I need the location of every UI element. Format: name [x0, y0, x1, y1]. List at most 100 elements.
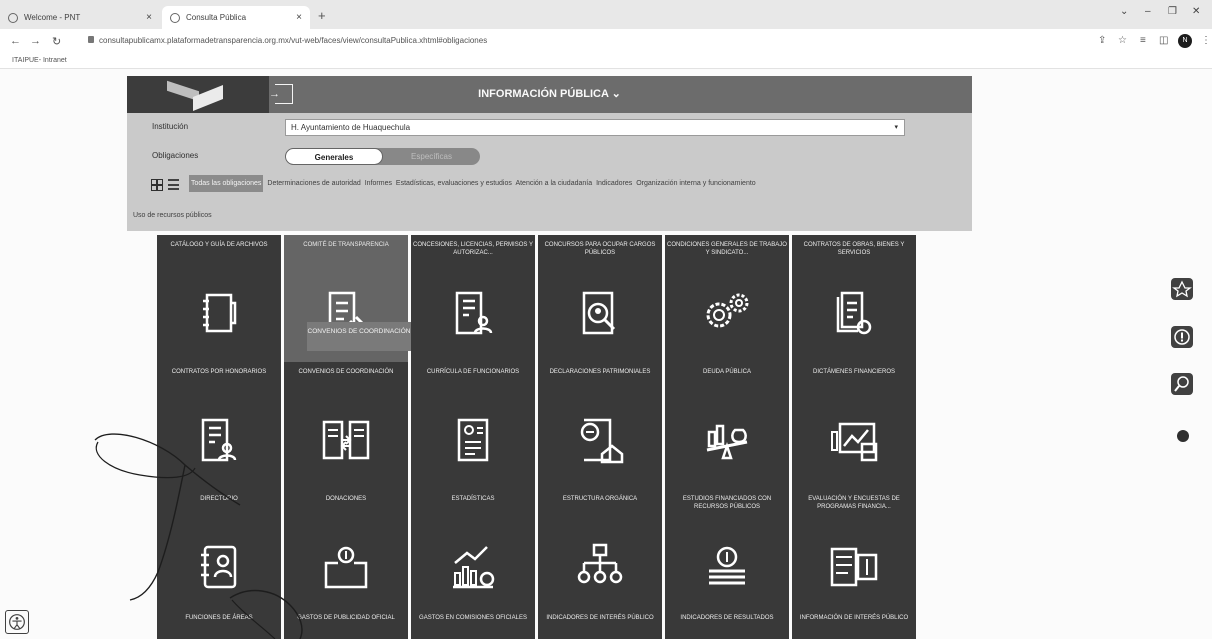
filter-panel: Institución H. Ayuntamiento de Huaquechu…	[127, 113, 972, 231]
reading-list-icon[interactable]: ≡	[1140, 35, 1146, 46]
close-tab-icon[interactable]: ×	[146, 12, 152, 23]
menu-dots-icon[interactable]: ⋮	[1201, 35, 1211, 46]
new-tab-button[interactable]: +	[318, 8, 326, 23]
obligation-tile[interactable]: DEUDA PÚBLICA	[665, 362, 789, 489]
tab-especificas[interactable]: Específicas	[383, 148, 480, 165]
category-item[interactable]: Atención a la ciudadanía	[515, 180, 592, 187]
statistics-icon	[453, 546, 495, 589]
bookmark-star-icon[interactable]: ☆	[1118, 35, 1127, 46]
tile-title: INDICADORES DE INTERÉS PÚBLICO	[546, 615, 654, 621]
category-item[interactable]: Organización interna y funcionamiento	[636, 180, 755, 187]
obligation-tile[interactable]: FUNCIONES DE ÁREAS	[157, 608, 281, 639]
tile-title: CONTRATOS POR HONORARIOS	[171, 369, 267, 375]
site-icon	[8, 12, 18, 23]
list-view-icon[interactable]	[168, 179, 179, 190]
documents-check-icon	[836, 291, 872, 335]
obligation-tile[interactable]: CATÁLOGO Y GUÍA DE ARCHIVOS	[157, 235, 281, 362]
profile-avatar[interactable]: N	[1178, 34, 1192, 48]
category-item[interactable]: Uso de recursos públicos	[133, 212, 212, 219]
exchange-documents-icon	[322, 420, 370, 460]
balance-money-icon	[706, 424, 748, 460]
tile-title: INFORMACIÓN DE INTERÉS PÚBLICO	[799, 615, 909, 621]
tile-title: CONCESIONES, LICENCIAS, PERMISOS Y AUTOR…	[413, 242, 533, 256]
directory-icon	[201, 545, 237, 589]
tile-title: DONACIONES	[325, 496, 367, 502]
obligation-tile[interactable]: ESTADÍSTICAS	[411, 489, 535, 616]
grid-view-icon[interactable]	[151, 179, 163, 191]
tile-title: DIRECTORIO	[200, 496, 238, 502]
dropdown-caret-icon: ▾	[894, 124, 898, 131]
obligation-tile[interactable]: DICTÁMENES FINANCIEROS	[792, 362, 916, 489]
checklist-money-icon	[830, 547, 878, 587]
resume-icon	[457, 418, 489, 462]
tab-search-icon[interactable]: ⌄	[1120, 6, 1128, 17]
side-panel-icon[interactable]: ◫	[1159, 35, 1168, 46]
obligation-tile[interactable]: DECLARACIONES PATRIMONIALES	[538, 362, 662, 489]
obligation-tile[interactable]: CONTRATOS POR HONORARIOS	[157, 362, 281, 489]
obligation-tile[interactable]: INDICADORES DE RESULTADOS	[665, 608, 789, 639]
obligation-tile[interactable]: GASTOS EN COMISIONES OFICIALES	[411, 608, 535, 639]
category-item[interactable]: Informes	[365, 180, 392, 187]
alert-icon[interactable]	[1171, 326, 1193, 348]
close-tab-icon[interactable]: ×	[296, 12, 302, 23]
category-all[interactable]: Todas las obligaciones	[189, 175, 264, 192]
obligation-tile[interactable]: DIRECTORIO	[157, 489, 281, 616]
obligation-tile[interactable]: CONDICIONES GENERALES DE TRABAJO Y SINDI…	[665, 235, 789, 362]
obligation-tile[interactable]: CONTRATOS DE OBRAS, BIENES Y SERVICIOS	[792, 235, 916, 362]
portal-title[interactable]: INFORMACIÓN PÚBLICA ⌄	[127, 87, 972, 100]
category-item[interactable]: Determinaciones de autoridad	[267, 180, 360, 187]
obligation-tile[interactable]: ESTRUCTURA ORGÁNICA	[538, 489, 662, 616]
search-tool-icon[interactable]	[1171, 373, 1193, 395]
address-bar: ← → ↻ consultapublicamx.plataformadetran…	[0, 29, 1212, 54]
obligation-tile[interactable]: EVALUACIÓN Y ENCUESTAS DE PROGRAMAS FINA…	[792, 489, 916, 616]
url-text: consultapublicamx.plataformadetransparen…	[99, 36, 488, 45]
institution-select[interactable]: H. Ayuntamiento de Huaquechula ▾	[285, 119, 905, 136]
accessibility-widget-icon[interactable]	[5, 610, 29, 634]
obligation-tile[interactable]: CURRÍCULA DE FUNCIONARIOS	[411, 362, 535, 489]
accessibility-icon[interactable]	[1171, 278, 1193, 300]
close-window-icon[interactable]: ✕	[1192, 6, 1200, 17]
category-item[interactable]: Indicadores	[596, 180, 632, 187]
site-icon	[170, 12, 180, 23]
donation-box-icon	[324, 546, 368, 589]
tile-title: CONTRATOS DE OBRAS, BIENES Y SERVICIOS	[803, 242, 905, 256]
category-item[interactable]: Estadísticas, evaluaciones y estudios	[396, 180, 512, 187]
tab-title: Consulta Pública	[186, 13, 247, 22]
obligations-toggle: Generales Específicas	[285, 148, 480, 165]
category-filter-bar: Todas las obligaciones Determinaciones d…	[189, 175, 758, 192]
obligation-tile[interactable]: DONACIONES	[284, 489, 408, 616]
tile-title: COMITÉ DE TRANSPARENCIA	[303, 242, 389, 248]
maximize-icon[interactable]: ❐	[1168, 6, 1177, 17]
obligation-tile[interactable]: CONCURSOS PARA OCUPAR CARGOS PÚBLICOS	[538, 235, 662, 362]
back-icon[interactable]: ←	[10, 35, 21, 47]
tile-tooltip: CONVENIOS DE COORDINACIÓN	[307, 322, 411, 351]
obligations-label: Obligaciones	[152, 151, 199, 160]
coins-icon	[709, 546, 745, 585]
institution-value: H. Ayuntamiento de Huaquechula	[291, 123, 411, 132]
portal-header: → INFORMACIÓN PÚBLICA ⌄	[127, 76, 972, 113]
share-icon[interactable]: ⇪	[1098, 35, 1106, 46]
reload-icon[interactable]: ↻	[52, 35, 61, 48]
obligation-tile[interactable]: GASTOS DE PUBLICIDAD OFICIAL	[284, 608, 408, 639]
document-person-icon	[455, 291, 493, 335]
financial-chart-icon	[831, 422, 878, 462]
minimize-icon[interactable]: –	[1145, 6, 1151, 17]
obligation-tile[interactable]: CONVENIOS DE COORDINACIÓN	[284, 362, 408, 489]
tile-title: CONVENIOS DE COORDINACIÓN	[298, 369, 394, 375]
bookmarks-bar: ITAIPUE- Intranet	[0, 54, 1212, 69]
obligation-tile[interactable]: CONCESIONES, LICENCIAS, PERMISOS Y AUTOR…	[411, 235, 535, 362]
url-field[interactable]: consultapublicamx.plataformadetransparen…	[88, 36, 487, 45]
tile-title: ESTUDIOS FINANCIADOS CON RECURSOS PÚBLIC…	[682, 496, 772, 510]
search-person-icon	[582, 291, 616, 335]
chat-dot-icon[interactable]	[1177, 430, 1189, 442]
forward-icon[interactable]: →	[30, 35, 41, 47]
tile-title: INDICADORES DE RESULTADOS	[680, 615, 774, 621]
browser-tab-consulta[interactable]: Consulta Pública ×	[162, 6, 310, 29]
obligation-tile[interactable]: INDICADORES DE INTERÉS PÚBLICO	[538, 608, 662, 639]
tile-title: EVALUACIÓN Y ENCUESTAS DE PROGRAMAS FINA…	[808, 496, 900, 510]
bookmark-itaipue[interactable]: ITAIPUE- Intranet	[12, 57, 67, 64]
browser-tab-welcome[interactable]: Welcome - PNT ×	[0, 6, 160, 29]
obligation-tile[interactable]: INFORMACIÓN DE INTERÉS PÚBLICO	[792, 608, 916, 639]
obligation-tile[interactable]: ESTUDIOS FINANCIADOS CON RECURSOS PÚBLIC…	[665, 489, 789, 616]
tab-generales[interactable]: Generales	[285, 148, 383, 165]
